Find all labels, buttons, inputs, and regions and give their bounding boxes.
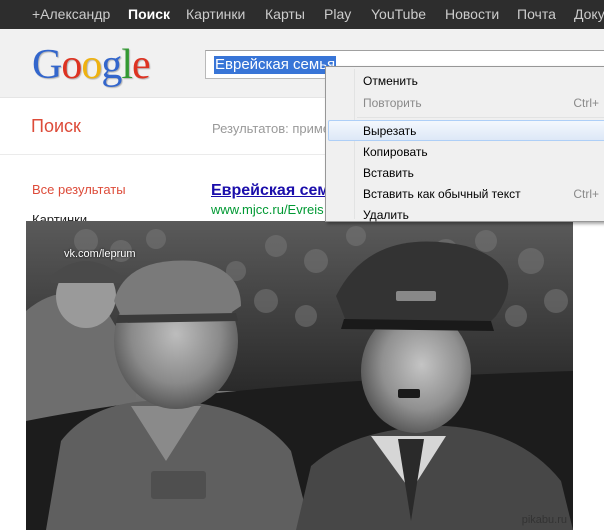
topbar-play-link[interactable]: Play — [324, 6, 351, 22]
google-logo[interactable]: Google — [32, 41, 151, 89]
menu-item-paste[interactable]: Вставить — [328, 163, 604, 184]
topbar-images-link[interactable]: Картинки — [186, 6, 245, 22]
menu-item-copy[interactable]: Копировать — [328, 142, 604, 163]
watermark-text: vk.com/leprum — [64, 248, 136, 260]
top-navigation-bar: +Александр Поиск Картинки Карты Play You… — [0, 0, 604, 29]
menu-item-label: Отменить — [363, 74, 418, 88]
results-stats: Результатов: приме — [212, 121, 331, 136]
topbar-docs-link[interactable]: Доку — [574, 6, 604, 22]
photo: vk.com/leprum pikabu.ru — [26, 221, 573, 530]
menu-item-label: Вставить как обычный текст — [363, 187, 521, 201]
logo-letter: l — [121, 42, 133, 88]
logo-letter: g — [101, 42, 122, 88]
topbar-user-link[interactable]: +Александр — [32, 6, 110, 22]
logo-letter: e — [132, 42, 151, 88]
result-title-link[interactable]: Еврейская сем — [211, 182, 329, 200]
result-url: www.mjcc.ru/Evreis — [211, 202, 324, 217]
selected-search-text: Еврейская семья — [214, 56, 337, 74]
topbar-youtube-link[interactable]: YouTube — [371, 6, 426, 22]
menu-item-label: Вставить — [363, 166, 414, 180]
menu-item-redo[interactable]: Повторить Ctrl+ — [328, 93, 604, 114]
menu-item-shortcut: Ctrl+ — [573, 187, 599, 201]
nav-all-results[interactable]: Все результаты — [32, 182, 126, 197]
menu-item-delete[interactable]: Удалить — [328, 205, 604, 226]
topbar-news-link[interactable]: Новости — [445, 6, 499, 22]
section-title: Поиск — [31, 116, 81, 136]
context-menu: Отменить Повторить Ctrl+ Вырезать Копиро… — [325, 66, 604, 222]
logo-letter: o — [61, 42, 82, 88]
menu-item-label: Копировать — [363, 145, 428, 159]
menu-item-cut[interactable]: Вырезать — [328, 120, 604, 141]
logo-letter: o — [81, 42, 102, 88]
source-tag: pikabu.ru — [521, 514, 567, 526]
menu-item-label: Удалить — [363, 208, 409, 222]
logo-letter: G — [32, 42, 62, 88]
photo-drawing — [26, 221, 573, 530]
menu-item-undo[interactable]: Отменить — [328, 71, 604, 92]
menu-item-shortcut: Ctrl+ — [573, 96, 599, 110]
menu-separator — [357, 117, 604, 118]
topbar-maps-link[interactable]: Карты — [265, 6, 305, 22]
menu-item-label: Повторить — [363, 96, 422, 110]
menu-item-label: Вырезать — [363, 124, 417, 138]
topbar-mail-link[interactable]: Почта — [517, 6, 556, 22]
menu-item-paste-plain[interactable]: Вставить как обычный текст Ctrl+ — [328, 184, 604, 205]
topbar-search-link[interactable]: Поиск — [128, 6, 170, 22]
